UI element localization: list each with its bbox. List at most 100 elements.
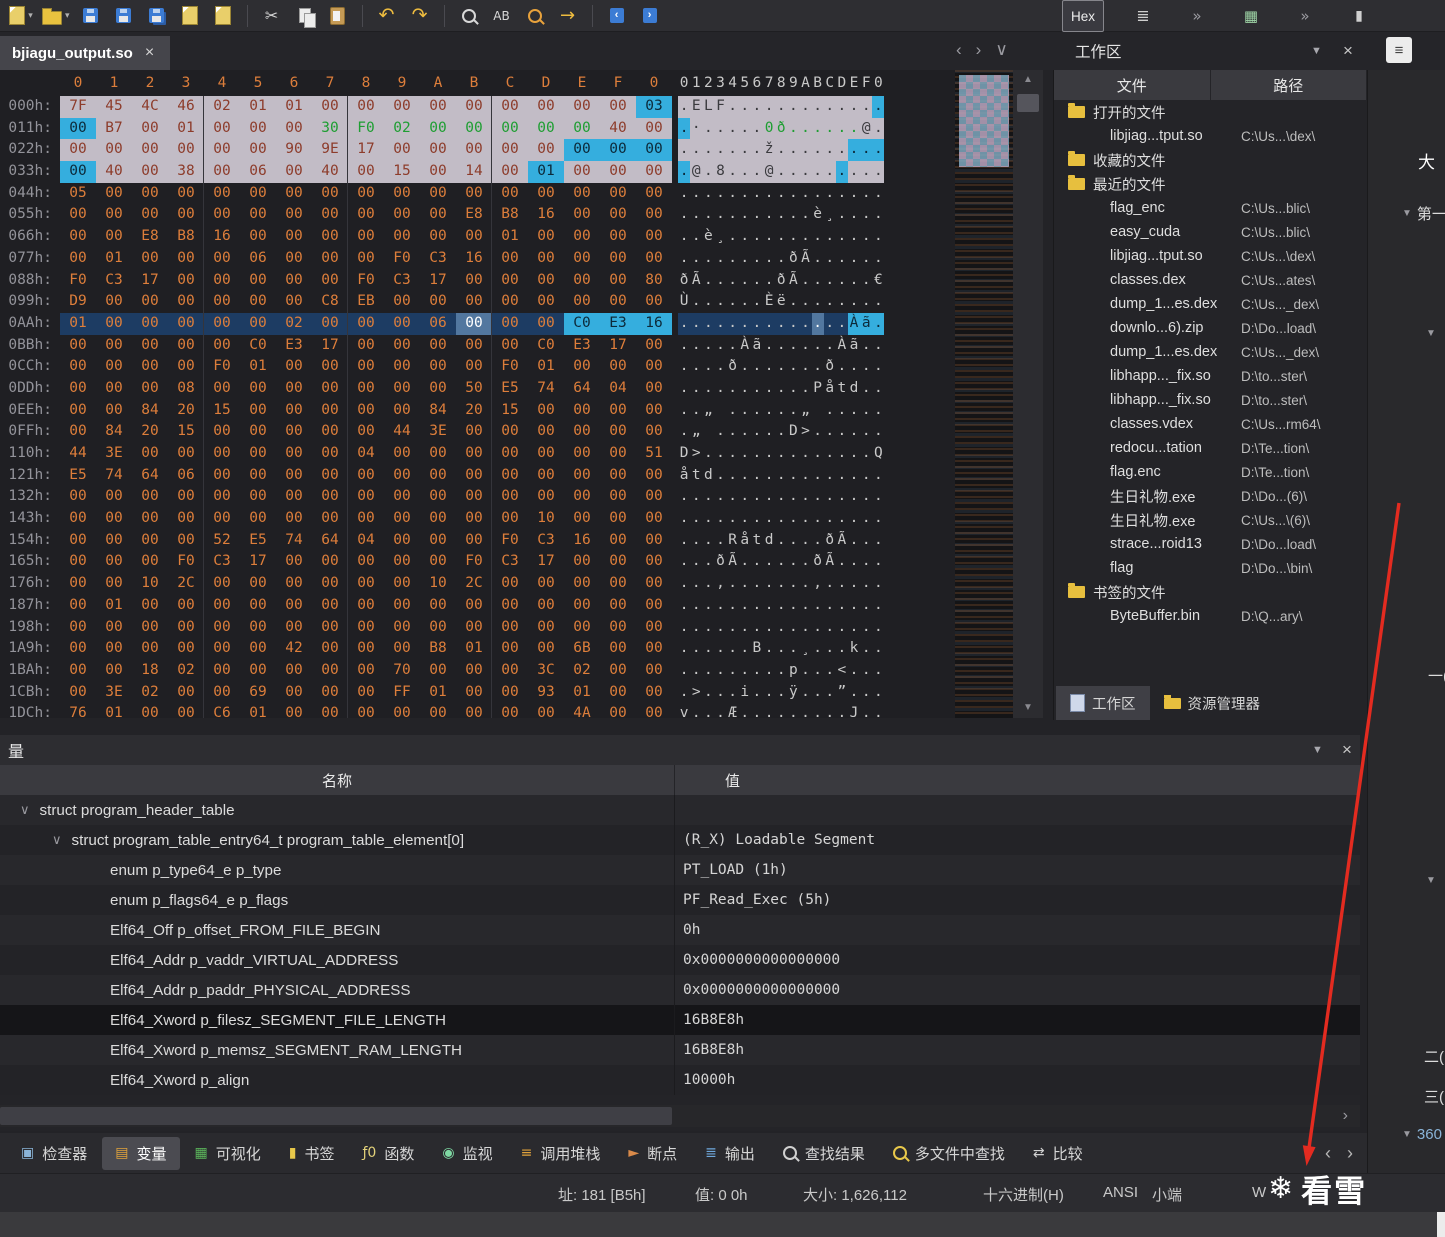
workspace-file[interactable]: libjiag...tput.so C:\Us...\dex\	[1054, 244, 1367, 268]
paste-button[interactable]	[323, 3, 353, 29]
hex-row[interactable]: 0EEh: 00 00 84 20 15 00 00 00 00 00 84 20 15 00 00 00 00.…	[0, 400, 955, 422]
hex-row[interactable]: 121h: E5 74 64 06 00 00 00 00 00 00 00 00 00 00 00 00 00 å…	[0, 465, 955, 487]
panel-tab-watch[interactable]: ◉ 监视	[429, 1137, 505, 1170]
workspace-column-path[interactable]: 路径	[1210, 70, 1367, 100]
hex-row[interactable]: 1BAh: 00 00 18 02 00 00 00 00 00 70 00 00 00 3C 02 00 00.…	[0, 660, 955, 682]
new-file-button[interactable]: ▾	[6, 3, 36, 29]
scrollbar-thumb[interactable]	[1017, 94, 1039, 112]
file-tab[interactable]: bjiagu_output.so ×	[0, 36, 170, 70]
right-strip-item[interactable]: ▼ 360	[1402, 1126, 1442, 1143]
expand-chevron-icon[interactable]: ∨	[20, 802, 30, 818]
print-preview-button[interactable]	[208, 3, 238, 29]
workspace-folder[interactable]: 最近的文件	[1054, 172, 1367, 196]
tab-close-icon[interactable]: ×	[145, 44, 154, 62]
hex-row[interactable]: 0FFh: 00 84 20 15 00 00 00 00 00 44 3E 00 00 00 00 00 00.…	[0, 421, 955, 443]
variable-row[interactable]: Elf64_Xword p_align 10000h	[0, 1065, 1360, 1095]
toolbar-overflow-button[interactable]: »	[1182, 3, 1212, 29]
workspace-dropdown-icon[interactable]: ▼	[1311, 45, 1322, 57]
hex-row[interactable]: 165h: 00 00 00 F0 C3 17 00 00 00 00 00 F0 C3 17 00 00 00.…	[0, 551, 955, 573]
hex-mode-button[interactable]: Hex	[1062, 0, 1105, 32]
print-button[interactable]	[175, 3, 205, 29]
variables-hscrollbar-thumb[interactable]	[0, 1107, 672, 1125]
dropdown-caret-icon[interactable]: ▾	[28, 10, 33, 21]
workspace-folder[interactable]: 书签的文件	[1054, 580, 1367, 604]
open-file-button[interactable]: ▾	[39, 3, 73, 29]
workspace-file[interactable]: 生日礼物.exe D:\Do...(6)\	[1054, 484, 1367, 508]
scroll-down-arrow[interactable]: ▼	[1013, 698, 1043, 718]
hex-row[interactable]: 033h: 00 40 00 38 00 06 00 40 00 15 00 14 00 01 00 00 00.…	[0, 161, 955, 183]
right-strip-item[interactable]: ▼	[1426, 875, 1441, 886]
hex-row[interactable]: 011h: 00 B7 00 01 00 00 00 30 F0 02 00 00 00 00 00 40 00.…	[0, 117, 955, 140]
workspace-folder[interactable]: 打开的文件	[1054, 100, 1367, 124]
workspace-file[interactable]: libjiag...tput.so C:\Us...\dex\	[1054, 124, 1367, 148]
hex-row[interactable]: 198h: 00 00 00 00 00 00 00 00 00 00 00 00 00 00 00 00 00.…	[0, 617, 955, 639]
hex-row[interactable]: 0AAh: 01 00 00 00 00 00 02 00 00 00 06 00 00 00 C0 E3 16.…	[0, 312, 955, 335]
hex-scrollbar[interactable]: ▲ ▼	[1013, 70, 1043, 718]
workspace-file[interactable]: downlo...6).zip D:\Do...load\	[1054, 316, 1367, 340]
variable-row[interactable]: ∨ struct program_header_table	[0, 795, 1360, 825]
panel-tab-variables[interactable]: ▤ 变量	[102, 1136, 180, 1170]
status-endian[interactable]: 小端	[1152, 1184, 1182, 1205]
workspace-file[interactable]: 生日礼物.exe C:\Us...\(6)\	[1054, 508, 1367, 532]
variables-scroll-right-arrow[interactable]: ›	[1343, 1105, 1348, 1127]
variables-close-icon[interactable]: ×	[1342, 740, 1352, 760]
right-strip-item[interactable]: 一(	[1428, 665, 1445, 686]
hex-row[interactable]: 000h: 7F 45 4C 46 02 01 01 00 00 00 00 00 00 00 00 00 03.…	[0, 96, 955, 118]
hex-row[interactable]: 088h: F0 C3 17 00 00 00 00 00 F0 C3 17 00 00 00 00 00 80 ð…	[0, 270, 955, 292]
copy-button[interactable]	[290, 3, 320, 29]
workspace-file[interactable]: redocu...tation D:\Te...tion\	[1054, 436, 1367, 460]
hex-row[interactable]: 1A9h: 00 00 00 00 00 00 42 00 00 00 B8 01 00 00 6B 00 00.…	[0, 638, 955, 660]
tabs-scroll-right-icon[interactable]: ›	[1347, 1143, 1353, 1164]
workspace-file[interactable]: classes.dex C:\Us...ates\	[1054, 268, 1367, 292]
redo-button[interactable]: ↷	[405, 3, 435, 29]
hex-row[interactable]: 1DCh: 76 01 00 00 C6 01 00 00 00 00 00 00 00 00 4A 00 00 v…	[0, 703, 955, 718]
hex-row[interactable]: 143h: 00 00 00 00 00 00 00 00 00 00 00 00 00 10 00 00 00.…	[0, 508, 955, 530]
status-encoding[interactable]: ANSI	[1103, 1184, 1138, 1201]
workspace-file[interactable]: dump_1...es.dex C:\Us..._dex\	[1054, 292, 1367, 316]
panel-tab-functions[interactable]: ƒ0 函数	[349, 1137, 427, 1170]
dropdown-caret-icon[interactable]: ▾	[65, 10, 70, 21]
panel-tab-breakpoints[interactable]: ► 断点	[615, 1137, 690, 1170]
file-list-button[interactable]: ∨	[995, 40, 1007, 60]
save-file-button[interactable]	[76, 3, 106, 29]
hex-row[interactable]: 0DDh: 00 00 00 08 00 00 00 00 00 00 00 50 E5 74 64 04 00.…	[0, 378, 955, 400]
next-file-button[interactable]: ›	[976, 40, 982, 60]
calculator-button[interactable]: ▦	[1236, 3, 1266, 29]
hex-row[interactable]: 066h: 00 00 E8 B8 16 00 00 00 00 00 00 00 01 00 00 00 00.…	[0, 226, 955, 248]
panel-tab-bookmarks[interactable]: ▮ 书签	[276, 1137, 348, 1170]
toolbar-overflow-button-2[interactable]: »	[1290, 3, 1320, 29]
hex-row[interactable]: 0BBh: 00 00 00 00 00 C0 E3 17 00 00 00 00 00 C0 E3 17 00.…	[0, 335, 955, 357]
pause-button[interactable]: ▮	[1344, 3, 1374, 29]
find-button[interactable]	[454, 3, 484, 29]
workspace-file[interactable]: flag_enc C:\Us...blic\	[1054, 196, 1367, 220]
tabs-scroll-left-icon[interactable]: ‹	[1325, 1143, 1331, 1164]
right-strip-item[interactable]: ▼ 第一	[1402, 203, 1445, 224]
workspace-folder[interactable]: 收藏的文件	[1054, 148, 1367, 172]
variable-row[interactable]: enum p_flags64_e p_flags PF_Read_Exec (5h…	[0, 885, 1360, 915]
variable-row[interactable]: enum p_type64_e p_type PT_LOAD (1h)	[0, 855, 1360, 885]
right-strip-item[interactable]: ▼	[1426, 328, 1441, 339]
save-all-button[interactable]	[142, 3, 172, 29]
variables-column-name[interactable]: 名称	[0, 765, 675, 795]
hex-row[interactable]: 022h: 00 00 00 00 00 00 90 9E 17 00 00 00 00 00 00 00 00.…	[0, 139, 955, 162]
cut-button[interactable]: ✂	[257, 3, 287, 29]
panel-tab-visualization[interactable]: ▦ 可视化	[182, 1137, 274, 1170]
find-text-button[interactable]: AB	[487, 3, 517, 29]
hex-row[interactable]: 154h: 00 00 00 00 52 E5 74 64 04 00 00 00 F0 C3 16 00 00.…	[0, 530, 955, 552]
variable-row[interactable]: ∨ struct program_table_entry64_t program_…	[0, 825, 1360, 855]
right-strip-item[interactable]: 二(	[1424, 1046, 1444, 1067]
hex-row[interactable]: 099h: D9 00 00 00 00 00 00 C8 EB 00 00 00 00 00 00 00 00 Ù…	[0, 291, 955, 313]
hex-row[interactable]: 187h: 00 01 00 00 00 00 00 00 00 00 00 00 00 00 00 00 00.…	[0, 595, 955, 617]
panel-tab-output[interactable]: ≣ 输出	[692, 1137, 768, 1170]
replace-button[interactable]	[520, 3, 550, 29]
variable-row[interactable]: Elf64_Off p_offset_FROM_FILE_BEGIN 0h	[0, 915, 1360, 945]
expand-chevron-icon[interactable]: ∨	[52, 832, 62, 848]
undo-button[interactable]: ↶	[372, 3, 402, 29]
scroll-up-arrow[interactable]: ▲	[1013, 70, 1043, 90]
workspace-column-file[interactable]: 文件	[1054, 70, 1211, 100]
workspace-file[interactable]: dump_1...es.dex C:\Us..._dex\	[1054, 340, 1367, 364]
status-radix[interactable]: 十六进制(H)	[983, 1184, 1064, 1205]
variable-row[interactable]: Elf64_Addr p_vaddr_VIRTUAL_ADDRESS 0x0000…	[0, 945, 1360, 975]
panel-tab-compare[interactable]: ⇄ 比较	[1020, 1137, 1096, 1170]
hex-row[interactable]: 110h: 44 3E 00 00 00 00 00 00 04 00 00 00 00 00 00 00 51 D…	[0, 443, 955, 465]
